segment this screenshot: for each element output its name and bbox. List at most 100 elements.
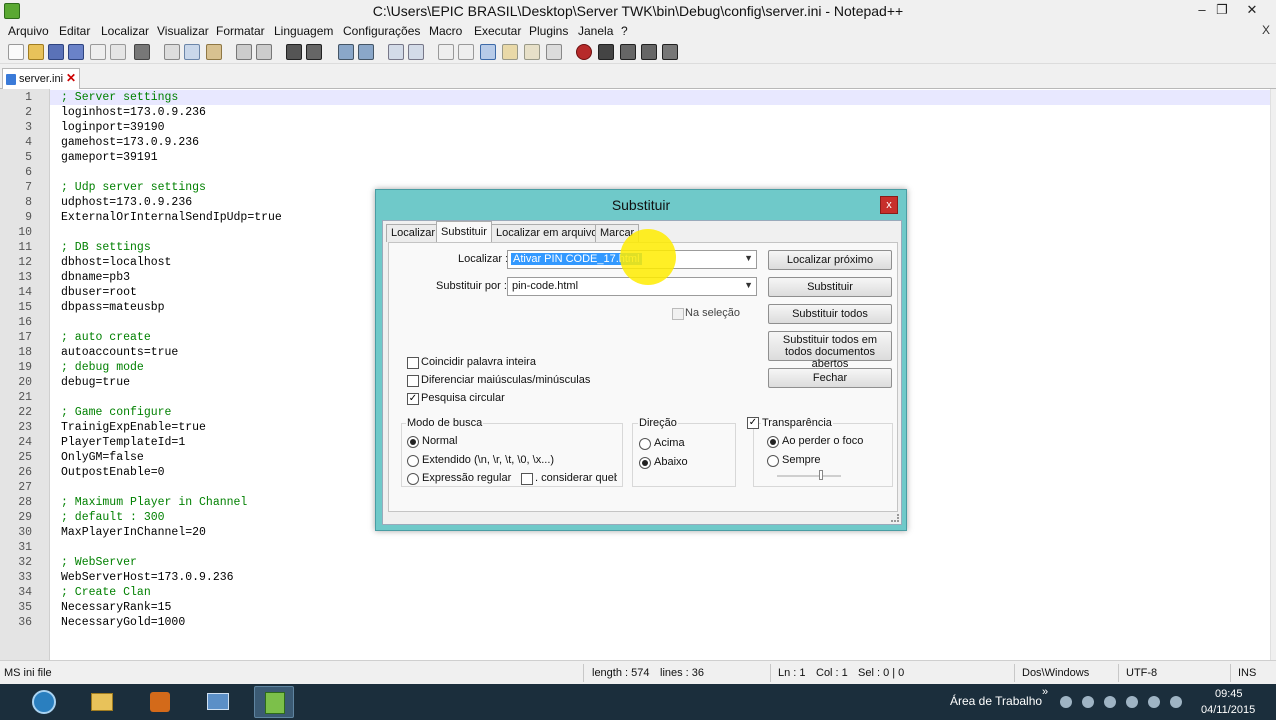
dot-newline-checkbox[interactable] xyxy=(521,473,533,485)
print-icon[interactable] xyxy=(134,44,150,60)
close-all-icon[interactable] xyxy=(110,44,126,60)
start-button[interactable] xyxy=(24,686,64,718)
whole-word-checkbox[interactable] xyxy=(407,357,419,369)
menu-macro[interactable]: Macro xyxy=(429,24,462,38)
code-text: ExternalOrInternalSendIpUdp=true xyxy=(61,211,282,224)
battery-icon[interactable] xyxy=(1148,696,1160,708)
tab-substituir[interactable]: Substituir xyxy=(436,221,492,243)
close-document-icon[interactable]: X xyxy=(1262,23,1270,37)
indent-guide-icon[interactable] xyxy=(480,44,496,60)
save-macro-icon[interactable] xyxy=(662,44,678,60)
menu-executar[interactable]: Executar xyxy=(474,24,521,38)
chevron-down-icon[interactable]: ▼ xyxy=(744,253,753,263)
zoom-in-icon[interactable] xyxy=(338,44,354,60)
clock-date[interactable]: 04/11/2015 xyxy=(1201,704,1255,716)
find-icon[interactable] xyxy=(286,44,302,60)
menu-localizar[interactable]: Localizar xyxy=(101,24,149,38)
zoom-out-icon[interactable] xyxy=(358,44,374,60)
flag-icon[interactable] xyxy=(1104,696,1116,708)
find-next-button[interactable]: Localizar próximo xyxy=(768,250,892,270)
run-macro-multiple-icon[interactable] xyxy=(641,44,657,60)
menu-help[interactable]: ? xyxy=(621,24,628,38)
open-file-icon[interactable] xyxy=(28,44,44,60)
direction-up-radio[interactable] xyxy=(639,438,651,450)
menu-plugins[interactable]: Plugins xyxy=(529,24,568,38)
user-language-icon[interactable] xyxy=(502,44,518,60)
line-number: 8 xyxy=(25,196,32,209)
menu-configuracoes[interactable]: Configurações xyxy=(343,24,420,38)
extended-mode-radio[interactable] xyxy=(407,455,419,467)
close-button[interactable]: Fechar xyxy=(768,368,892,388)
wrap-around-checkbox[interactable]: ✓ xyxy=(407,393,419,405)
sync-vertical-icon[interactable] xyxy=(388,44,404,60)
code-text: gamehost=173.0.9.236 xyxy=(61,136,200,149)
code-text: loginhost=173.0.9.236 xyxy=(61,106,206,119)
replace-all-button[interactable]: Substituir todos xyxy=(768,304,892,324)
transparency-slider-track[interactable] xyxy=(777,475,841,477)
match-case-checkbox[interactable] xyxy=(407,375,419,387)
stop-macro-icon[interactable] xyxy=(598,44,614,60)
replace-icon[interactable] xyxy=(306,44,322,60)
close-icon[interactable] xyxy=(90,44,106,60)
volume-icon[interactable] xyxy=(1170,696,1182,708)
show-all-chars-icon[interactable] xyxy=(458,44,474,60)
taskbar-file-explorer[interactable] xyxy=(82,686,122,718)
paste-icon[interactable] xyxy=(206,44,222,60)
in-selection-checkbox[interactable] xyxy=(672,308,684,320)
tab-localizar[interactable]: Localizar xyxy=(386,224,441,242)
vertical-scrollbar[interactable] xyxy=(1270,89,1276,660)
on-lose-focus-radio[interactable] xyxy=(767,436,779,448)
code-comment: ; Create Clan xyxy=(61,586,151,599)
network-icon[interactable] xyxy=(1126,696,1138,708)
clock-time[interactable]: 09:45 xyxy=(1215,688,1243,700)
word-wrap-icon[interactable] xyxy=(438,44,454,60)
redo-icon[interactable] xyxy=(256,44,272,60)
dialog-close-button[interactable]: x xyxy=(880,196,898,214)
menu-linguagem[interactable]: Linguagem xyxy=(274,24,333,38)
chevron-down-icon[interactable]: ▼ xyxy=(744,280,753,290)
save-all-icon[interactable] xyxy=(68,44,84,60)
normal-mode-radio[interactable] xyxy=(407,436,419,448)
desktop-toolbar-label[interactable]: Área de Trabalho xyxy=(950,694,1042,708)
menu-visualizar[interactable]: Visualizar xyxy=(157,24,209,38)
regex-mode-radio[interactable] xyxy=(407,473,419,485)
resize-grip-icon[interactable] xyxy=(891,514,899,522)
tab-server-ini[interactable]: server.ini ✕ xyxy=(2,68,80,89)
undo-icon[interactable] xyxy=(236,44,252,60)
direction-down-radio[interactable] xyxy=(639,457,651,469)
taskbar-media-player[interactable] xyxy=(140,686,180,718)
always-radio[interactable] xyxy=(767,455,779,467)
replace-input-value[interactable]: pin-code.html xyxy=(512,280,578,292)
tray-chevron-icon[interactable]: » xyxy=(1042,686,1048,698)
network-status-icon[interactable] xyxy=(1082,696,1094,708)
sync-horizontal-icon[interactable] xyxy=(408,44,424,60)
code-comment: ; Udp server settings xyxy=(61,181,206,194)
maximize-button[interactable]: ❐ xyxy=(1208,0,1236,20)
transparency-checkbox[interactable]: ✓ xyxy=(747,417,759,429)
menu-editar[interactable]: Editar xyxy=(59,24,90,38)
cut-icon[interactable] xyxy=(164,44,180,60)
transparency-slider-thumb[interactable] xyxy=(819,470,823,480)
replace-all-open-docs-button[interactable]: Substituir todos em todos documentos abe… xyxy=(768,331,892,370)
code-comment: ; default : 300 xyxy=(61,511,165,524)
new-file-icon[interactable] xyxy=(8,44,24,60)
tab-close-icon[interactable]: ✕ xyxy=(66,71,76,85)
menu-formatar[interactable]: Formatar xyxy=(216,24,265,38)
function-list-icon[interactable] xyxy=(546,44,562,60)
doc-map-icon[interactable] xyxy=(524,44,540,60)
play-macro-icon[interactable] xyxy=(620,44,636,60)
menu-janela[interactable]: Janela xyxy=(578,24,613,38)
taskbar-notepadpp[interactable] xyxy=(254,686,294,718)
show-hidden-icons-icon[interactable] xyxy=(1060,696,1072,708)
taskbar-remote-desktop[interactable] xyxy=(198,686,238,718)
direction-down-label: Abaixo xyxy=(654,456,688,468)
copy-icon[interactable] xyxy=(184,44,200,60)
close-window-button[interactable]: ✕ xyxy=(1238,0,1266,20)
record-macro-icon[interactable] xyxy=(576,44,592,60)
line-number: 28 xyxy=(18,496,32,509)
save-icon[interactable] xyxy=(48,44,64,60)
replace-button[interactable]: Substituir xyxy=(768,277,892,297)
tab-localizar-em-arquivos[interactable]: Localizar em arquivos xyxy=(491,224,608,242)
menu-arquivo[interactable]: Arquivo xyxy=(8,24,49,38)
line-number: 9 xyxy=(25,211,32,224)
